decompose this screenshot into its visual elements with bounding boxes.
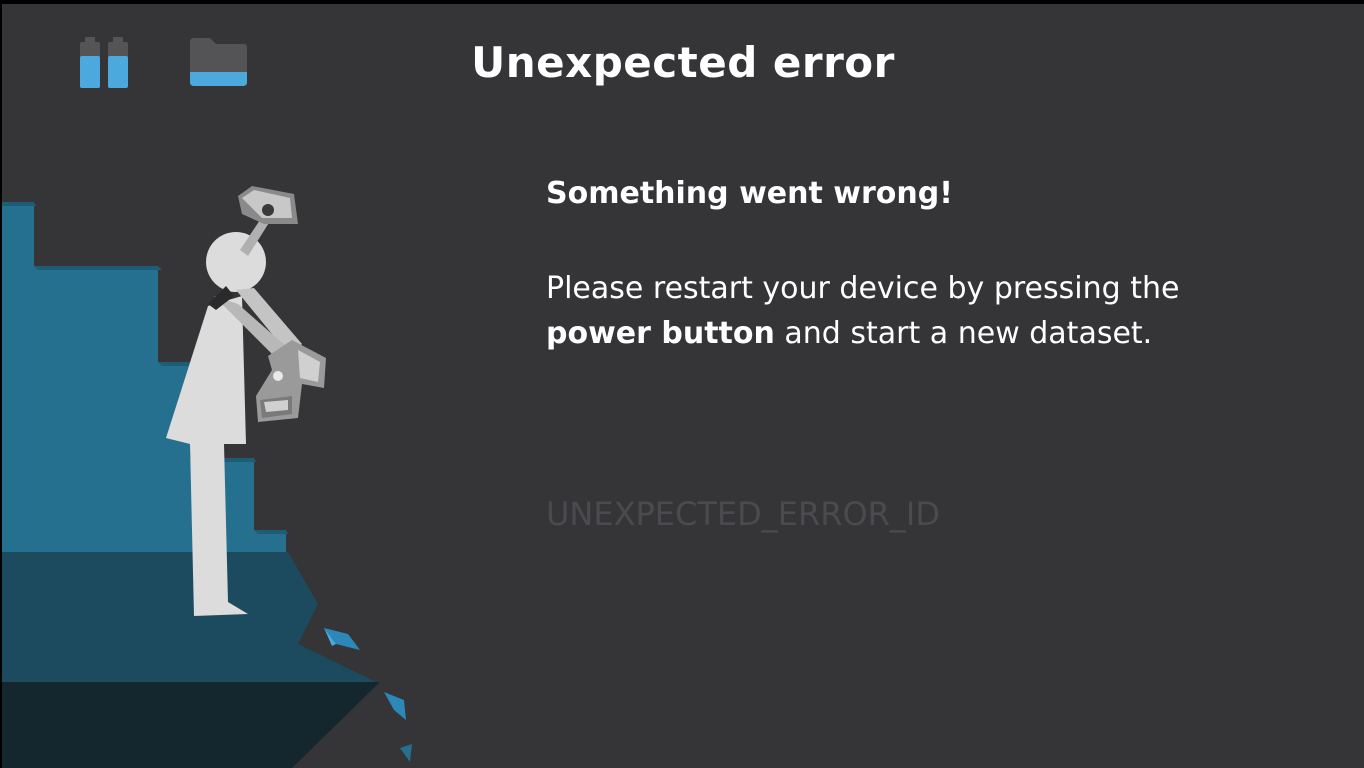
cliff-middle	[2, 552, 380, 684]
cliff-lower	[2, 682, 380, 768]
error-screen: Unexpected error Something went wrong! P…	[2, 4, 1364, 768]
error-id: UNEXPECTED_ERROR_ID	[546, 495, 940, 533]
instructions-line-1: Please restart your device by pressing t…	[546, 271, 1180, 306]
error-headline: Something went wrong!	[546, 176, 953, 211]
debris-2	[384, 692, 406, 720]
instructions-line-2: and start a new dataset.	[774, 316, 1153, 351]
person-on-cliff-illustration	[2, 186, 412, 768]
debris-3	[400, 744, 412, 762]
power-button-emphasis: power button	[546, 316, 775, 351]
message-box: Something went wrong! Please restart you…	[546, 174, 1306, 356]
error-instructions: Please restart your device by pressing t…	[546, 266, 1306, 356]
